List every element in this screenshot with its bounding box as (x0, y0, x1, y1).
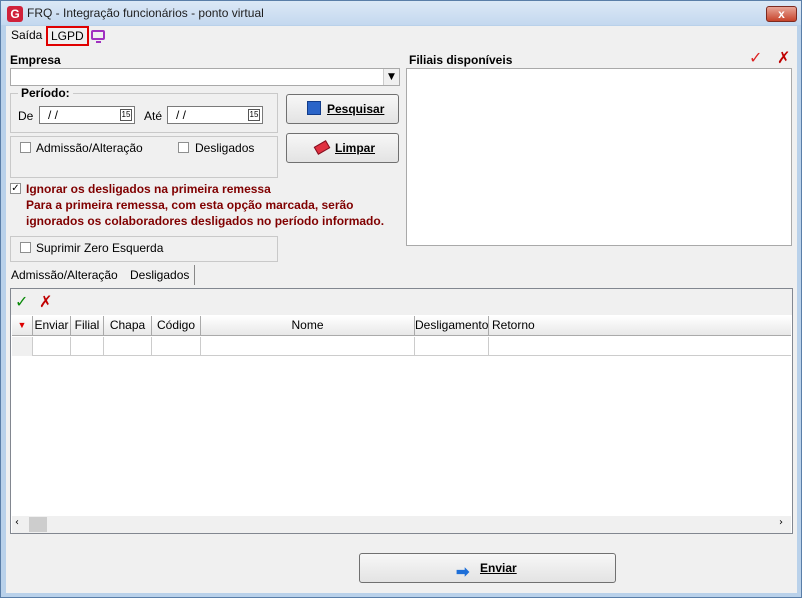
close-button[interactable]: x (766, 6, 797, 22)
ate-label: Até (144, 109, 163, 123)
filiais-label: Filiais disponíveis (409, 53, 513, 67)
client-area: Saída LGPD Empresa ▼ Período: De / / 15 … (6, 26, 797, 593)
col-filial[interactable]: Filial (71, 316, 104, 336)
col-enviar[interactable]: Enviar (33, 316, 71, 336)
empresa-combo[interactable]: ▼ (10, 68, 400, 86)
date-ate-value: / / (176, 108, 187, 122)
grid-toolbar: ✓ ✗ (11, 289, 792, 315)
calendar-icon[interactable]: 15 (248, 109, 260, 121)
grid-panel: ✓ ✗ ▼ Enviar Filial Chapa Código Nome De… (10, 288, 793, 534)
cell-chapa[interactable] (104, 337, 152, 356)
limpar-button[interactable]: Limpar (286, 133, 399, 163)
periodo-label: Período: (18, 86, 73, 100)
cell-enviar[interactable] (33, 337, 71, 356)
scroll-right-icon[interactable]: › (779, 517, 783, 528)
date-de-value: / / (48, 108, 59, 122)
pesquisar-button[interactable]: Pesquisar (286, 94, 399, 124)
cell-desligamento[interactable] (415, 337, 489, 356)
suprimir-label: Suprimir Zero Esquerda (36, 241, 164, 255)
scroll-thumb[interactable] (29, 517, 47, 532)
sort-indicator-icon[interactable]: ▼ (12, 316, 33, 336)
admissao-label: Admissão/Alteração (36, 141, 143, 155)
title-bar: G FRQ - Integração funcionários - ponto … (1, 1, 801, 25)
chevron-down-icon[interactable]: ▼ (383, 69, 399, 85)
horizontal-scrollbar[interactable]: ‹ › (12, 516, 791, 533)
tab-bar: Admissão/Alteração Desligados (6, 265, 797, 285)
enviar-label: Enviar (480, 561, 517, 575)
desligados-checkbox[interactable] (178, 142, 189, 153)
app-logo-icon: G (7, 6, 23, 22)
menu-lgpd[interactable]: LGPD (46, 26, 89, 46)
filiais-list[interactable] (406, 68, 792, 246)
col-nome[interactable]: Nome (201, 316, 415, 336)
ignorar-label: Ignorar os desligados na primeira remess… (26, 182, 271, 196)
monitor-icon[interactable] (91, 30, 105, 43)
limpar-label: Limpar (335, 141, 376, 155)
de-label: De (18, 109, 34, 123)
row-selector[interactable] (12, 337, 33, 356)
check-icon[interactable]: ✓ (15, 292, 28, 311)
ignorar-block: Ignorar os desligados na primeira remess… (10, 182, 384, 228)
cell-codigo[interactable] (152, 337, 201, 356)
eraser-icon (313, 140, 331, 155)
date-de-input[interactable]: / / 15 (39, 106, 135, 124)
tab-admissao[interactable]: Admissão/Alteração (6, 265, 123, 285)
floppy-icon (307, 101, 321, 115)
calendar-icon[interactable]: 15 (120, 109, 132, 121)
cell-nome[interactable] (201, 337, 415, 356)
desligados-label: Desligados (195, 141, 255, 155)
menu-saida[interactable]: Saída (11, 28, 42, 42)
scroll-left-icon[interactable]: ‹ (15, 517, 19, 528)
cell-retorno[interactable] (489, 337, 791, 356)
enviar-button[interactable]: ➡ Enviar (359, 553, 616, 583)
cell-filial[interactable] (71, 337, 104, 356)
check-icon[interactable]: ✓ (749, 50, 765, 66)
table-row[interactable] (12, 337, 791, 356)
arrow-right-icon: ➡ (456, 564, 470, 581)
col-codigo[interactable]: Código (152, 316, 201, 336)
x-icon[interactable]: ✗ (39, 292, 52, 311)
x-icon[interactable]: ✗ (777, 50, 793, 66)
col-desligamento[interactable]: Desligamento (415, 316, 489, 336)
pesquisar-label: Pesquisar (327, 102, 385, 116)
empresa-label: Empresa (10, 53, 61, 67)
suprimir-checkbox[interactable] (20, 242, 31, 253)
col-retorno[interactable]: Retorno (489, 316, 791, 336)
ignorar-note-1: Para a primeira remessa, com esta opção … (26, 198, 354, 212)
admissao-checkbox[interactable] (20, 142, 31, 153)
date-ate-input[interactable]: / / 15 (167, 106, 263, 124)
menu-bar: Saída LGPD (6, 26, 797, 46)
main-window: G FRQ - Integração funcionários - ponto … (0, 0, 802, 598)
window-title: FRQ - Integração funcionários - ponto vi… (27, 6, 264, 20)
tab-desligados[interactable]: Desligados (125, 265, 196, 285)
ignorar-note-2: ignorados os colaboradores desligados no… (26, 214, 385, 228)
col-chapa[interactable]: Chapa (104, 316, 152, 336)
grid-header: ▼ Enviar Filial Chapa Código Nome Deslig… (12, 316, 791, 336)
